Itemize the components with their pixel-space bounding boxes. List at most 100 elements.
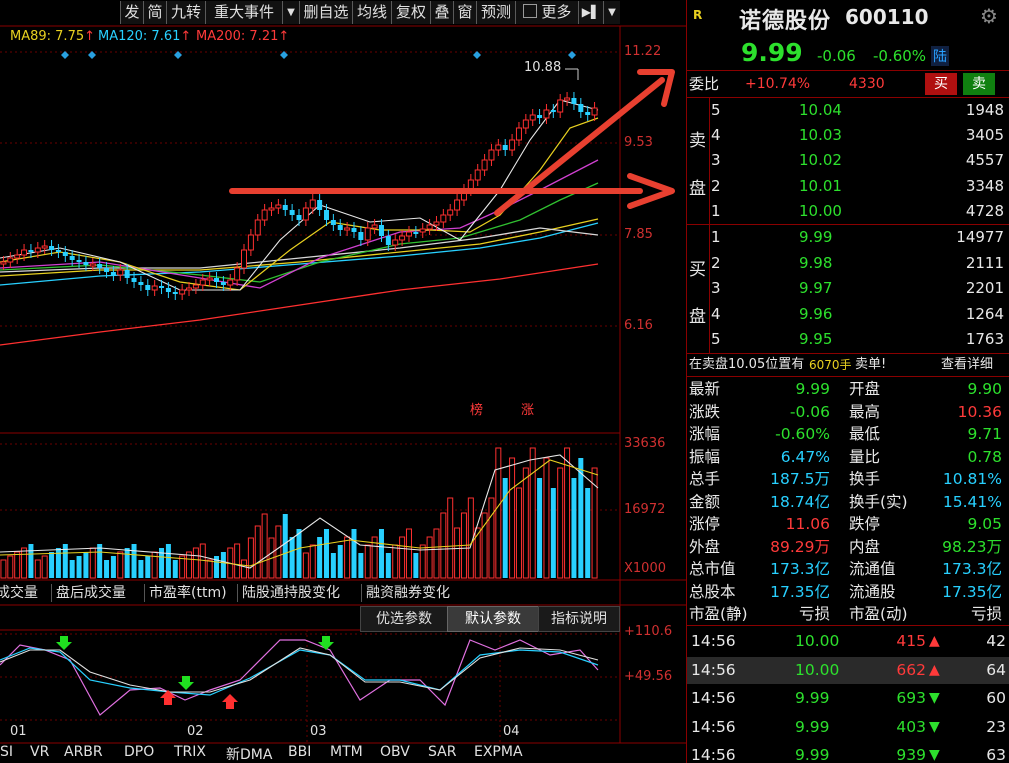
stat-label: 振幅 (689, 447, 721, 466)
tab-obv[interactable]: OBV (380, 744, 410, 760)
tick-volume: 403 (896, 717, 926, 736)
candle-body (14, 254, 21, 259)
tab-dpo[interactable]: DPO (124, 744, 154, 760)
price-change: -0.06 (817, 47, 856, 65)
candle-body (550, 110, 556, 112)
candle-body (302, 207, 309, 221)
volume-bar (323, 529, 329, 578)
volume-bar (206, 559, 213, 579)
hk-connect-badge: 陆 (931, 46, 949, 66)
stat-value: 6.47% (780, 447, 830, 466)
tab-vr[interactable]: VR (30, 744, 49, 760)
tab-indicator-help[interactable]: 指标说明 (538, 606, 620, 632)
tick-row: 14:56 10.00 662 ▲ 64 (687, 656, 1009, 684)
volume-bar (172, 560, 178, 578)
tab-bbi[interactable]: BBI (288, 744, 311, 760)
view-details-link[interactable]: 查看详细 (941, 355, 993, 375)
volume-bar (138, 560, 144, 578)
tab-margin-change[interactable]: 融资融券变化 (366, 581, 450, 605)
tab-default-params[interactable]: 默认参数 (447, 606, 539, 632)
tab-pe-ttm[interactable]: 市盈率(ttm) (149, 581, 227, 605)
tick-volume: 662 (896, 660, 926, 679)
y-label-1: 11.22 (624, 44, 662, 59)
tab-volume[interactable]: 成交量 (0, 581, 38, 605)
candle-body (509, 139, 516, 151)
volume-bar (145, 556, 151, 578)
divider (687, 70, 1009, 71)
candle-body (28, 250, 34, 252)
volume-bar (522, 467, 529, 579)
bid-row: 1 9.99 14977 (687, 225, 1009, 250)
candle-body (124, 270, 130, 278)
tab-trix[interactable]: TRIX (174, 744, 206, 760)
tab-after-hours-volume[interactable]: 盘后成交量 (56, 581, 126, 605)
candle-body (110, 272, 116, 275)
divider (687, 376, 1009, 377)
candle-body (34, 247, 41, 253)
candle-body (192, 284, 199, 289)
volume-bar (34, 559, 41, 579)
volume-bar (564, 447, 571, 579)
sell-button[interactable]: 卖 (963, 73, 995, 95)
price: 10.03 (799, 126, 842, 145)
y-label-3: 7.85 (624, 227, 653, 242)
stat-label: 开盘 (849, 380, 881, 398)
tab-expma[interactable]: EXPMA (474, 744, 523, 760)
stat-row: 金额 18.74亿 换手(实) 15.41% (687, 491, 1009, 513)
stat-value: -0.60% (775, 425, 830, 443)
volume-bar (467, 497, 474, 579)
candle-body (62, 252, 68, 256)
tick-row: 14:56 9.99 693 ▼ 60 (687, 685, 1009, 712)
order-ratio-label: 委比 (689, 75, 720, 93)
stat-label: 总手 (689, 470, 721, 488)
tab-mtm[interactable]: MTM (330, 744, 363, 760)
volume-bar (97, 544, 103, 578)
candle-body (405, 231, 412, 237)
candle-body (172, 292, 178, 294)
volume-bar (440, 512, 447, 579)
candle-body (165, 288, 171, 292)
tab-arbr[interactable]: ARBR (64, 744, 103, 760)
candle-body (571, 98, 577, 104)
stat-row: 振幅 6.47% 量比 0.78 (687, 446, 1009, 468)
level: 2 (711, 253, 721, 272)
stat-label: 总市值 (689, 560, 736, 578)
rank-tag[interactable]: 榜 (470, 399, 483, 418)
candle-body (49, 246, 55, 250)
volume-bar (550, 488, 556, 578)
ask-row: 2 10.01 3348 (687, 174, 1009, 199)
candle-body (344, 227, 351, 231)
chart-area[interactable]: 发 简 九转 重大事件 ▼ 删自选 均线 复权 叠 窗 预测 更多 ▶▌ ▼ M… (0, 0, 686, 763)
price: 9.99 (799, 228, 833, 246)
order-alert-row: 在卖盘10.05位置有 6070手 卖单! 查看详细 (687, 355, 1009, 375)
tab-sar[interactable]: SAR (428, 744, 456, 760)
candle-body (578, 104, 584, 112)
volume-bar (358, 553, 364, 578)
rise-tag[interactable]: 涨 (521, 399, 534, 418)
stat-value: 10.81% (942, 470, 1002, 488)
tab-divider (51, 584, 52, 602)
tab-si[interactable]: SI (0, 744, 13, 760)
gear-icon[interactable]: ⚙ (980, 4, 998, 28)
vol-y-label-1: 33636 (624, 436, 666, 451)
buy-button[interactable]: 买 (925, 73, 957, 95)
green-down-arrow-icon (56, 636, 72, 650)
stat-row: 市盈(静) 亏损 市盈(动) 亏损 (687, 603, 1009, 625)
price: 10.00 (799, 201, 842, 220)
stat-value: 9.90 (967, 380, 1002, 398)
tab-new-dma[interactable]: 新DMA (226, 744, 272, 763)
stock-code: 600110 (845, 5, 929, 29)
stat-label: 最新 (689, 380, 721, 398)
tick-price: 9.99 (795, 689, 830, 707)
divider (687, 353, 1009, 354)
tab-hk-connect-holdings[interactable]: 陆股通持股变化 (242, 581, 340, 605)
candle-body (0, 261, 7, 265)
tick-time: 14:56 (691, 746, 736, 763)
volume-bar (433, 528, 440, 579)
volume-bar (14, 551, 21, 579)
tab-preferred-params[interactable]: 优选参数 (360, 606, 448, 632)
red-up-arrow-icon: ▲ (929, 633, 940, 649)
level: 4 (711, 126, 721, 145)
volume-bar (515, 487, 522, 579)
tick-volume: 939 (896, 746, 926, 763)
